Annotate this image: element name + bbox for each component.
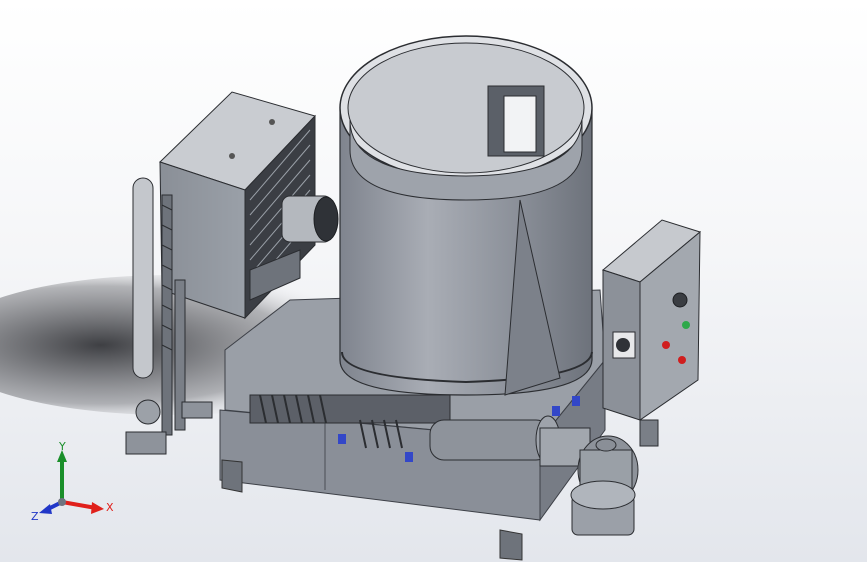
triad-z-label: Z	[31, 510, 39, 523]
control-panel	[601, 219, 702, 447]
motor-housing	[159, 91, 339, 320]
3d-model-view[interactable]	[0, 0, 867, 562]
red-indicator-light	[662, 341, 670, 349]
triad-x-axis	[61, 500, 97, 510]
red-stop-button	[678, 356, 686, 364]
triad-origin	[58, 498, 66, 506]
green-indicator-light	[682, 321, 690, 329]
triad-x-arrow	[91, 502, 104, 514]
coordinate-triad[interactable]: Y X Z	[30, 440, 120, 530]
triad-x-label: X	[106, 501, 114, 514]
triad-z-arrow	[39, 504, 52, 514]
triad-y-label: Y	[58, 440, 66, 453]
graphics-viewport[interactable]: Y X Z	[0, 0, 867, 562]
hopper-drum	[339, 35, 593, 396]
